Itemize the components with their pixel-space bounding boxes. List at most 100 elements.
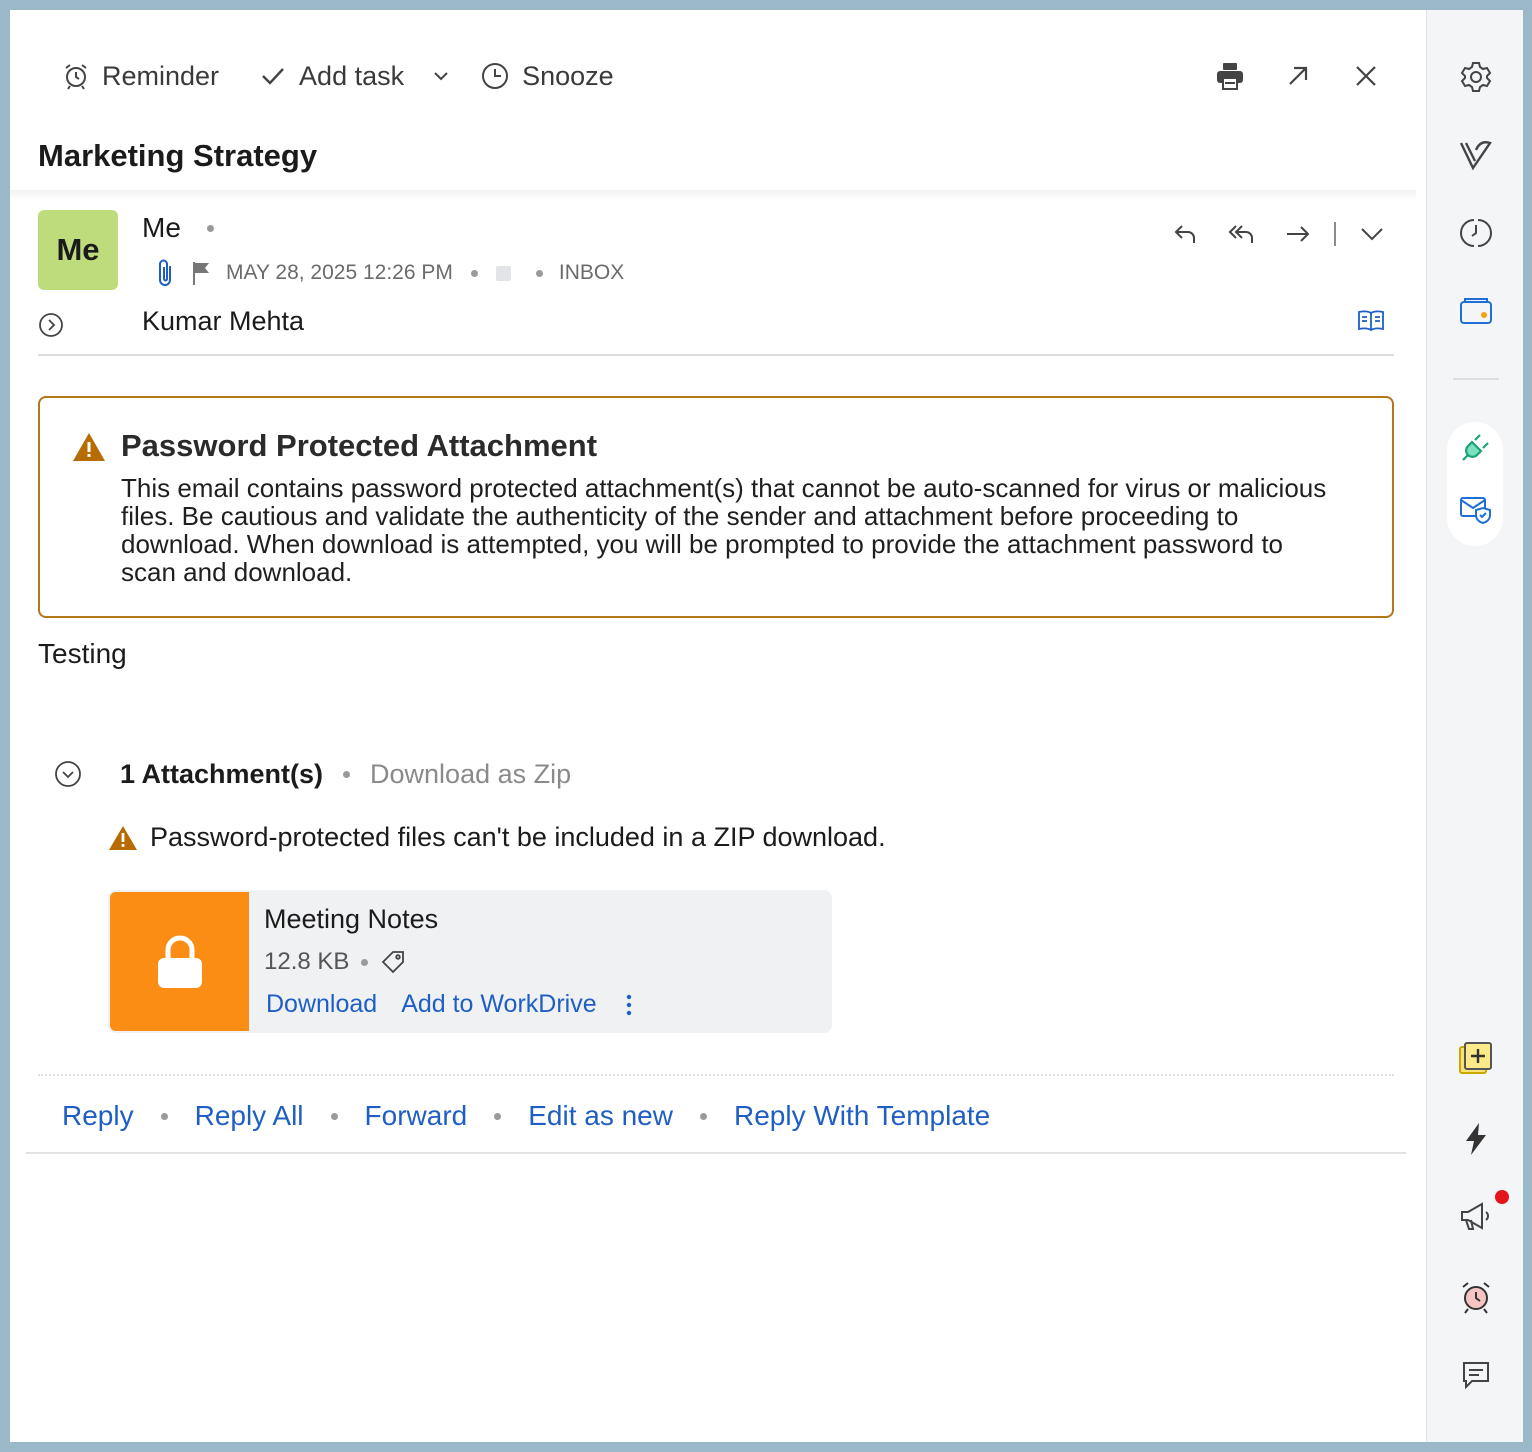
close-button[interactable]: [1346, 56, 1386, 96]
mail-window: Reminder Add task Snooze Marketing Strat…: [10, 10, 1523, 1442]
edit-as-new-link[interactable]: Edit as new: [528, 1100, 673, 1132]
expand-recipients-button[interactable]: [38, 312, 64, 343]
reply-all-icon-button[interactable]: [1222, 214, 1262, 254]
chat-icon: [1462, 1362, 1489, 1390]
chevron-circle-down-icon[interactable]: [54, 760, 82, 788]
separator-dot: [160, 1112, 168, 1120]
lightning-icon: [1465, 1123, 1486, 1155]
reply-all-link[interactable]: Reply All: [195, 1100, 304, 1132]
download-zip-link[interactable]: Download as Zip: [370, 759, 571, 790]
recipients-row: Kumar Mehta: [38, 306, 1394, 356]
attachment-actions: Download Add to WorkDrive: [266, 990, 633, 1019]
chat-button[interactable]: [1427, 1350, 1524, 1400]
separator-dot: [494, 1112, 502, 1120]
clock-icon: [482, 63, 509, 89]
add-task-dropdown[interactable]: [432, 67, 450, 85]
reply-with-template-link[interactable]: Reply With Template: [734, 1100, 990, 1132]
reminder-label: Reminder: [102, 60, 220, 91]
forward-icon-button[interactable]: [1278, 214, 1318, 254]
attachment-thumbnail[interactable]: [110, 892, 249, 1031]
attachment-name[interactable]: Meeting Notes: [264, 904, 438, 935]
reminder-button[interactable]: Reminder: [62, 61, 219, 92]
announcements-button[interactable]: [1427, 1192, 1524, 1242]
reply-link[interactable]: Reply: [62, 1100, 134, 1132]
forward-link[interactable]: Forward: [365, 1100, 468, 1132]
message-actions: [1150, 214, 1392, 254]
wallet-button[interactable]: [1427, 286, 1524, 336]
bottom-divider: [26, 1152, 1406, 1154]
attachment-count: 1 Attachment(s): [120, 758, 324, 789]
paperclip-icon[interactable]: [154, 258, 178, 288]
warning-triangle-icon: [73, 433, 105, 461]
integrations-button[interactable]: [1427, 422, 1524, 472]
mail-reading-pane: Reminder Add task Snooze Marketing Strat…: [10, 10, 1426, 1442]
download-link[interactable]: Download: [266, 990, 377, 1019]
action-divider: [1334, 222, 1336, 246]
quick-actions-button[interactable]: [1427, 1114, 1524, 1164]
more-actions-dropdown[interactable]: [1352, 214, 1392, 254]
label-color-tag[interactable]: [495, 265, 511, 281]
reminders-button[interactable]: [1427, 1272, 1524, 1322]
reply-divider: [38, 1074, 1394, 1076]
clock-split-icon: [1459, 219, 1492, 247]
chevron-down-icon: [1361, 228, 1383, 241]
mail-security-button[interactable]: [1427, 484, 1524, 534]
sender-row: Me: [142, 212, 214, 244]
attachment-card[interactable]: Meeting Notes 12.8 KB Download Add to Wo…: [108, 890, 832, 1033]
add-note-button[interactable]: [1427, 1034, 1524, 1084]
sender-avatar[interactable]: Me: [38, 210, 118, 290]
close-icon: [1356, 66, 1376, 86]
warning-text: This email contains password protected a…: [121, 473, 1327, 587]
right-side-rail: [1426, 10, 1523, 1442]
zip-warning-note: Password-protected files can't be includ…: [108, 822, 886, 853]
plug-icon: [1461, 434, 1489, 461]
zoho-app-button[interactable]: [1427, 130, 1524, 180]
print-button[interactable]: [1210, 56, 1250, 96]
arrow-right-icon: [1287, 226, 1310, 242]
snooze-label: Snooze: [522, 60, 614, 91]
sender-name[interactable]: Me: [142, 212, 181, 244]
subject-divider: [10, 190, 1416, 200]
wallet-icon: [1459, 298, 1492, 324]
settings-button[interactable]: [1427, 52, 1524, 102]
warning-triangle-icon: [109, 825, 137, 850]
add-task-label: Add task: [299, 60, 405, 91]
open-book-icon: [1358, 310, 1384, 332]
time-tracker-button[interactable]: [1427, 208, 1524, 258]
message-folder[interactable]: INBOX: [559, 261, 624, 285]
printer-icon: [1217, 63, 1243, 90]
flag-icon[interactable]: [190, 260, 212, 286]
zoho-logo-icon: [1459, 141, 1492, 171]
announcement-icon: [1460, 1202, 1489, 1230]
mail-shield-icon: [1459, 497, 1491, 525]
pop-out-button[interactable]: [1278, 56, 1318, 96]
separator-dot: [206, 224, 214, 232]
reply-icon-button[interactable]: [1166, 214, 1206, 254]
checkmark-icon: [262, 68, 284, 85]
separator-dot: [361, 958, 369, 966]
snooze-button[interactable]: Snooze: [480, 61, 614, 92]
recipient-name[interactable]: Kumar Mehta: [142, 306, 304, 337]
add-to-workdrive-link[interactable]: Add to WorkDrive: [401, 990, 596, 1019]
separator-dot: [330, 1112, 338, 1120]
add-task-button[interactable]: Add task: [259, 61, 404, 92]
tag-icon[interactable]: [380, 949, 406, 975]
message-meta: MAY 28, 2025 12:26 PM INBOX: [154, 256, 624, 290]
window-actions: [1182, 56, 1386, 96]
reply-all-icon: [1228, 225, 1253, 243]
reading-mode-button[interactable]: [1356, 308, 1386, 339]
notification-badge: [1495, 1190, 1509, 1204]
chevron-circle-right-icon: [39, 313, 63, 337]
email-body: Testing: [38, 638, 127, 669]
sticky-note-add-icon: [1458, 1042, 1492, 1074]
arrow-up-right-icon: [1289, 66, 1308, 85]
warning-title: Password Protected Attachment: [121, 428, 598, 463]
more-vertical-icon[interactable]: [625, 994, 633, 1016]
separator-dot: [470, 269, 478, 277]
lock-icon: [157, 935, 202, 988]
password-warning-banner: Password Protected Attachment This email…: [38, 396, 1394, 618]
gear-icon: [1460, 62, 1491, 92]
reply-icon: [1174, 225, 1195, 243]
attachments-header: 1 Attachment(s) Download as Zip: [54, 754, 571, 794]
reply-actions-bar: Reply Reply All Forward Edit as new Repl…: [62, 1096, 990, 1136]
